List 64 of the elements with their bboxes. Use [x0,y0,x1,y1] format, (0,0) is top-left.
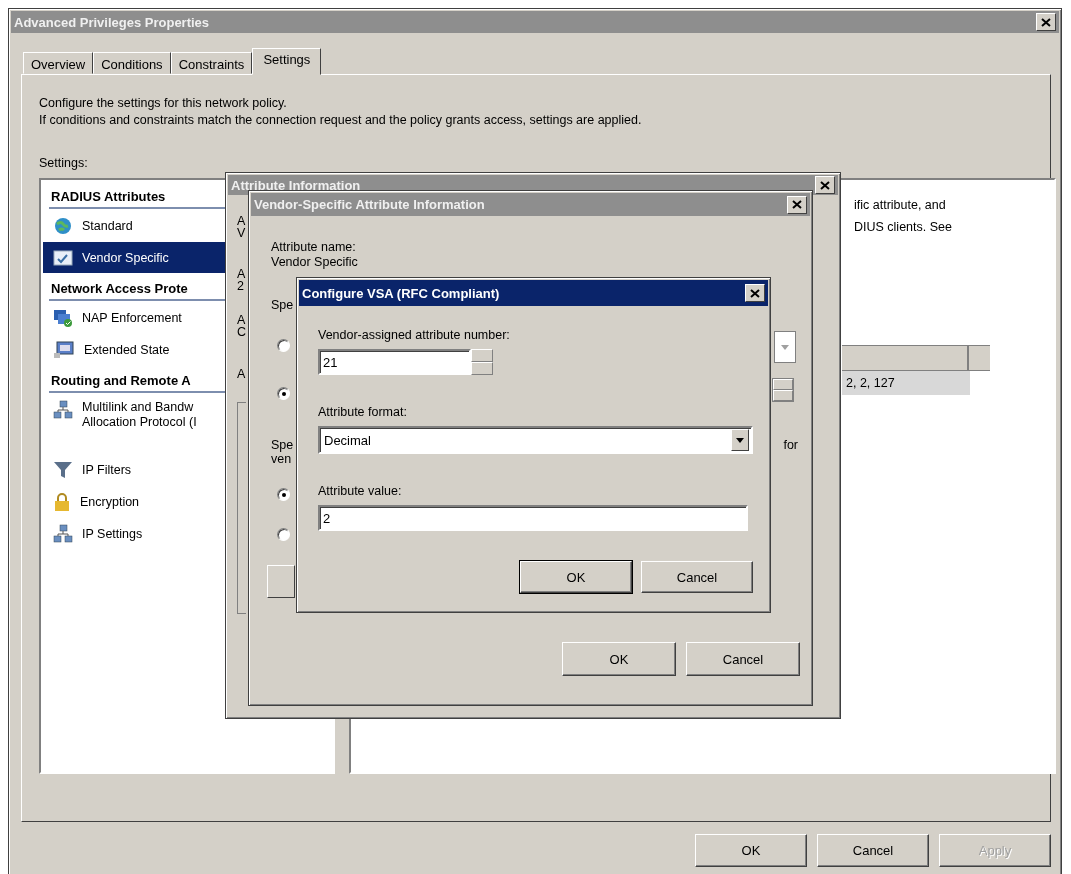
dialog-button[interactable]: OK [695,834,807,867]
field-label: Attribute format: [318,405,408,420]
spin-button[interactable] [772,378,794,402]
radio-button[interactable] [277,528,290,541]
settings-item[interactable]: Standard [43,210,227,241]
monitor-icon [53,340,75,359]
computers-check-icon [53,307,73,328]
close-button[interactable] [1036,13,1056,31]
settings-item[interactable]: Encryption [43,486,227,517]
dialog-button[interactable]: OK [562,642,676,676]
label-text: Spe [271,298,294,313]
description-text: ific attribute, and DIUS clients. See [854,197,953,236]
label-text: A C [237,314,248,338]
close-button[interactable] [815,176,835,194]
close-button[interactable] [745,284,765,302]
label-text: A [237,368,247,380]
caret-icon [781,344,789,350]
settings-item[interactable]: NAP Enforcement [43,302,227,333]
label-text: Spe ven [271,438,294,466]
network-icon [53,523,73,544]
button[interactable] [267,565,295,598]
dialog-button[interactable]: Cancel [641,561,753,593]
value-input[interactable]: 2 [318,505,748,531]
window-title: Advanced Privileges Properties [14,14,210,30]
close-icon [792,200,802,209]
network-icon [53,400,73,420]
settings-item[interactable]: Multilink and Bandw Allocation Protocol (I [43,394,227,430]
field-label: Attribute value: [318,484,403,499]
description-text: Configure the settings for this network policy. [39,95,288,112]
settings-item[interactable]: Vendor Specific [43,242,227,273]
description-text: If conditions and constraints match the connection request and the policy grants access, settings are applied. [39,112,643,129]
tab[interactable]: Conditions [93,52,171,74]
dialog-button[interactable]: OK [520,561,632,593]
format-dropdown[interactable]: Decimal [318,426,753,454]
attribute-name-value: Vendor Specific [271,255,358,270]
dialog-button[interactable]: Cancel [686,642,800,676]
radio-button[interactable] [277,387,290,400]
table-row[interactable]: 2, 2, 127 [842,371,970,395]
tab[interactable]: Overview [23,52,94,74]
padlock-icon [53,491,71,512]
settings-item[interactable]: IP Filters [43,454,227,485]
caret-icon [736,437,744,443]
close-button[interactable] [787,195,807,214]
field-label: Attribute name: [271,240,356,255]
label-text: A V [237,215,247,239]
tab[interactable]: Constraints [170,52,253,74]
checkmark-window-icon [53,248,73,267]
close-icon [820,180,830,190]
globe-icon [53,215,73,236]
radio-button[interactable] [277,488,290,501]
field-label: Vendor-assigned attribute number: [318,328,511,343]
tab[interactable]: Settings [252,48,322,75]
funnel-icon [53,459,73,480]
spin-button[interactable] [471,349,493,375]
settings-label: Settings: [39,155,89,172]
label-text: for [783,438,798,453]
settings-item[interactable]: IP Settings [43,518,227,549]
number-input[interactable]: 21 [318,349,471,375]
close-icon [750,288,760,298]
settings-item[interactable]: Extended State [43,334,227,365]
close-icon [1041,17,1051,27]
dialog-button[interactable]: Cancel [817,834,929,867]
dropdown-button[interactable] [774,331,796,363]
radio-button[interactable] [277,339,290,352]
